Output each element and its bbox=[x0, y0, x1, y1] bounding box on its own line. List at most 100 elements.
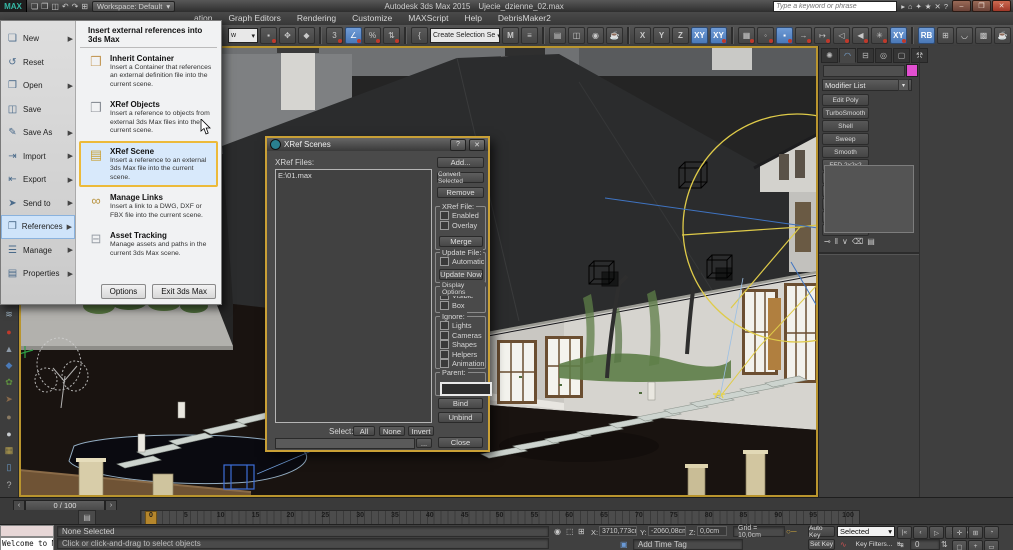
remove-modifier-icon[interactable]: ⌫ bbox=[852, 237, 863, 246]
maxscript-listener-line[interactable]: Welcome to M bbox=[0, 537, 54, 550]
current-frame-field[interactable]: 0 bbox=[910, 539, 940, 550]
named-selection-set-dropdown[interactable]: Create Selection Se▾ bbox=[430, 28, 500, 43]
checkbox-overlay[interactable]: Overlay bbox=[440, 220, 485, 231]
previous-frame-button[interactable]: ‹ bbox=[913, 526, 928, 539]
object-name-field[interactable] bbox=[823, 65, 905, 77]
x-coordinate-field[interactable]: 3710,773cm bbox=[599, 526, 637, 536]
add-button[interactable]: Add... bbox=[437, 157, 484, 168]
file-path-field[interactable] bbox=[275, 438, 415, 449]
key-tangents-icon[interactable]: ∿ bbox=[840, 540, 847, 549]
app-menu-item-send-to[interactable]: ➤ Send to ▶ bbox=[1, 192, 75, 216]
checkbox-box[interactable] bbox=[440, 257, 449, 267]
close-button[interactable]: Close bbox=[438, 437, 483, 448]
minimize-button[interactable]: – bbox=[952, 0, 971, 12]
app-menu-item-save-as[interactable]: ✎ Save As ▶ bbox=[1, 121, 75, 145]
add-time-tag-field[interactable]: Add Time Tag bbox=[633, 539, 743, 550]
tab-modify[interactable]: ◠ bbox=[839, 48, 856, 63]
app-menu-item-import[interactable]: ⇥ Import ▶ bbox=[1, 145, 75, 169]
tab-create[interactable]: ✺ bbox=[821, 48, 838, 63]
browse-button[interactable]: ... bbox=[416, 438, 432, 448]
menu-graph-editors[interactable]: Graph Editors bbox=[220, 12, 288, 25]
absolute-mode-icon[interactable]: ⊞ bbox=[578, 527, 585, 536]
spinner-snap-icon[interactable]: ⇅ bbox=[383, 27, 400, 44]
dialog-title-bar[interactable]: XRef Scenes ? ✕ bbox=[267, 138, 488, 151]
subscription-center-icon[interactable]: ⌂ bbox=[908, 2, 913, 11]
render-history-icon[interactable]: ◡ bbox=[956, 27, 973, 44]
communication-center-icon[interactable]: ✦ bbox=[916, 2, 922, 11]
app-menu-item-properties[interactable]: ▤ Properties ▶ bbox=[1, 262, 75, 286]
make-unique-icon[interactable]: ∨ bbox=[842, 237, 848, 246]
submenu-item-manage-links[interactable]: ∞ Manage Links Insert a link to a DWG, DXF… bbox=[79, 187, 218, 225]
debris-rock-icon[interactable]: ● bbox=[2, 410, 16, 423]
workspace-dropdown[interactable]: Workspace: Default ▾ bbox=[92, 0, 176, 12]
snap-endpoint-icon[interactable]: → bbox=[795, 27, 812, 44]
app-menu-item-new[interactable]: ❏ New ▶ bbox=[1, 27, 75, 51]
checkbox-box[interactable]: Box bbox=[440, 300, 485, 311]
play-button[interactable]: ▷ bbox=[929, 526, 944, 539]
debris-battery-icon[interactable]: ▯ bbox=[2, 461, 16, 474]
project-folder-icon[interactable]: ⊞ bbox=[81, 2, 88, 11]
snap-vertex-icon[interactable]: ▪ bbox=[776, 27, 793, 44]
snap-face-icon[interactable]: ◀ bbox=[852, 27, 869, 44]
checkbox-box[interactable] bbox=[440, 300, 449, 310]
menu-rendering[interactable]: Rendering bbox=[289, 12, 344, 25]
remove-button[interactable]: Remove bbox=[437, 187, 484, 198]
reference-coordinate-dropdown[interactable]: w ▾ bbox=[228, 28, 258, 43]
modifier-button-edit-poly[interactable]: Edit Poly bbox=[822, 94, 869, 106]
app-menu-item-references[interactable]: ❐ References ▶ bbox=[1, 215, 75, 239]
checkbox-helpers[interactable]: Helpers bbox=[440, 349, 485, 360]
zoom-extents-all-icon[interactable]: ⊞ bbox=[968, 526, 983, 539]
snap-grid-icon[interactable]: ▦ bbox=[738, 27, 755, 44]
layer-manager-icon[interactable]: ▤ bbox=[549, 27, 566, 44]
modifier-stack[interactable] bbox=[824, 165, 914, 233]
use-center-flyout-icon[interactable]: ▪ bbox=[260, 27, 277, 44]
pin-stack-icon[interactable]: ⊸ bbox=[824, 237, 831, 246]
app-menu-item-open[interactable]: ❒ Open ▶ bbox=[1, 74, 75, 98]
mirror-icon[interactable]: M bbox=[502, 27, 519, 44]
set-keys-icon[interactable]: ○─ bbox=[786, 527, 806, 536]
object-color-swatch[interactable] bbox=[906, 64, 918, 77]
checkbox-box[interactable] bbox=[440, 321, 449, 331]
maximize-viewport-icon[interactable]: ▢ bbox=[952, 540, 967, 550]
save-file-icon[interactable]: ◫ bbox=[51, 2, 59, 11]
select-invert-button[interactable]: Invert bbox=[408, 426, 434, 436]
set-key-button[interactable]: Set Key bbox=[808, 539, 835, 550]
axis-z-button[interactable]: Z bbox=[672, 27, 689, 44]
convert-selected-button[interactable]: Convert Selected bbox=[437, 171, 484, 185]
submenu-item-asset-tracking[interactable]: ⊟ Asset Tracking Manage assets and paths i… bbox=[79, 225, 218, 263]
auto-key-button[interactable]: Auto Key bbox=[808, 525, 835, 539]
select-none-button[interactable]: None bbox=[379, 426, 405, 436]
snap-midpoint-icon[interactable]: ↦ bbox=[814, 27, 831, 44]
y-coordinate-field[interactable]: -2060,08cm bbox=[648, 526, 686, 536]
debris-apple-icon[interactable]: ● bbox=[2, 325, 16, 338]
menu-help[interactable]: Help bbox=[456, 12, 489, 25]
exit-button[interactable]: Exit 3ds Max bbox=[152, 284, 216, 299]
bind-button[interactable]: Bind bbox=[438, 398, 483, 409]
frame-spinner[interactable]: ⇅ bbox=[941, 540, 948, 549]
debris-help-icon[interactable]: ? bbox=[2, 478, 16, 491]
update-now-button[interactable]: Update Now bbox=[439, 269, 483, 280]
menu-debrismaker2[interactable]: DebrisMaker2 bbox=[490, 12, 559, 25]
checkbox-box[interactable] bbox=[440, 349, 449, 359]
menu-maxscript[interactable]: MAXScript bbox=[400, 12, 456, 25]
checkbox-box[interactable] bbox=[440, 330, 449, 340]
submenu-item-xref-scene[interactable]: ▤ XRef Scene Insert a reference to an exte… bbox=[79, 140, 218, 188]
z-coordinate-field[interactable]: 0,0cm bbox=[697, 526, 727, 536]
checkbox-shapes[interactable]: Shapes bbox=[440, 340, 485, 350]
open-file-icon[interactable]: ❒ bbox=[41, 2, 48, 11]
checkbox-cameras[interactable]: Cameras bbox=[440, 330, 485, 341]
axis-xy-lock-button[interactable]: XY bbox=[710, 27, 727, 44]
snap-pivot-icon[interactable]: ◦ bbox=[757, 27, 774, 44]
new-scene-icon[interactable]: ❏ bbox=[31, 2, 38, 11]
scene-explorer-icon[interactable]: ⊞ bbox=[937, 27, 954, 44]
app-menu-item-manage[interactable]: ☰ Manage ▶ bbox=[1, 239, 75, 263]
debris-hail-icon[interactable]: ≋ bbox=[2, 308, 16, 321]
help-icon[interactable]: ? bbox=[944, 2, 948, 11]
debris-snowball-icon[interactable]: ● bbox=[2, 427, 16, 440]
search-go-icon[interactable]: ▸ bbox=[901, 2, 905, 11]
app-menu-item-reset[interactable]: ↺ Reset bbox=[1, 51, 75, 75]
key-filters-button[interactable]: Key Filters... bbox=[853, 539, 895, 550]
render-setup-icon[interactable]: ☕ bbox=[606, 27, 623, 44]
selection-lock-icon[interactable]: ⬚ bbox=[566, 527, 574, 536]
close-button[interactable]: ✕ bbox=[992, 0, 1011, 12]
